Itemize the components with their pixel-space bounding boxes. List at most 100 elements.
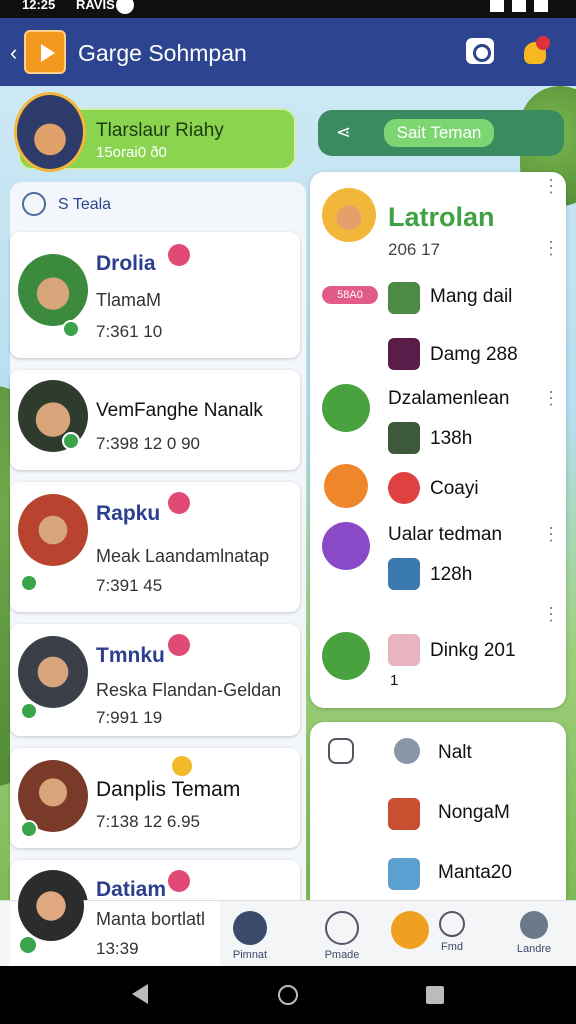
chat-card[interactable]: VemFanghe Nanalk 7:398 12 0 90: [10, 370, 300, 470]
nav-label: Landre: [516, 943, 552, 955]
more-options-icon[interactable]: [542, 388, 560, 409]
contact-name[interactable]: Manta20: [438, 862, 512, 884]
notification-dot: [536, 36, 550, 50]
member-name[interactable]: Damg 288: [430, 344, 518, 366]
chat-message: Manta bortlatl: [96, 909, 206, 929]
member-name[interactable]: Dinkg 201: [430, 640, 516, 662]
member-name[interactable]: Dzalamenlean: [388, 388, 509, 410]
chat-card[interactable]: Drolia TlamaM 7:361 10: [10, 232, 300, 358]
app-title: Garge Sohmpan: [78, 40, 247, 66]
hex-icon[interactable]: [328, 738, 354, 764]
chat-card[interactable]: Danplis Temam 7:138 12 6.95: [10, 748, 300, 848]
app-logo: [24, 30, 66, 74]
chat-message: Reska Flandan-Geldan: [96, 680, 282, 700]
chat-time: 7:138 12 6.95: [96, 812, 200, 831]
nav-label: Fmd: [441, 941, 463, 953]
chat-time: 13:39: [96, 939, 139, 958]
chat-message: Meak Laandamlnatap: [96, 546, 270, 566]
settings-status-icon: [116, 0, 134, 14]
status-badge: [172, 756, 192, 776]
avatar: [18, 871, 84, 941]
member-name[interactable]: Coayi: [430, 478, 479, 500]
gear-icon[interactable]: [394, 738, 420, 764]
avatar: [18, 636, 88, 708]
nav-label: Pimnat: [232, 949, 268, 961]
nav-label: Pmade: [324, 949, 360, 961]
share-icon[interactable]: ⋖: [336, 122, 351, 143]
chat-name: Tmnku: [96, 644, 165, 667]
chat-name: Rapku: [96, 502, 161, 525]
chat-card[interactable]: Manta bortlatl 13:39: [10, 871, 220, 967]
profile-name: Tlarslaur Riahy: [96, 120, 224, 141]
profile-icon: [520, 911, 548, 939]
home-icon[interactable]: [278, 985, 298, 1005]
verified-icon: [18, 935, 38, 955]
invite-bar: ⋖ Sait Teman: [318, 110, 564, 156]
chat-message: TlamaM: [96, 290, 162, 310]
nav-item-fmd[interactable]: Fmd: [420, 911, 484, 953]
more-options-icon[interactable]: [542, 238, 560, 259]
verified-icon: [20, 574, 38, 592]
invite-button[interactable]: Sait Teman: [384, 119, 494, 147]
nav-item-landre[interactable]: Landre: [502, 911, 566, 955]
status-time: 12:25: [22, 0, 56, 12]
app-bar: ‹ Garge Sohmpan: [0, 18, 576, 86]
search-label: S Teala: [58, 196, 112, 213]
wifi-icon: [490, 0, 504, 12]
member-time: 128h: [430, 564, 473, 585]
chat-list-panel: S Teala Drolia TlamaM 7:361 10 VemFanghe…: [10, 182, 306, 900]
unread-badge: [168, 244, 190, 266]
chat-card[interactable]: Rapku Meak Laandamlnatap 7:391 45: [10, 482, 300, 612]
member-time: 138h: [430, 428, 473, 449]
recent-apps-icon[interactable]: [426, 986, 444, 1004]
member-avatar: [388, 858, 420, 890]
back-icon[interactable]: [132, 984, 148, 1004]
more-options-icon[interactable]: [542, 176, 560, 197]
status-icons: [490, 0, 548, 12]
avatar: [18, 494, 88, 566]
search-icon[interactable]: [22, 192, 46, 216]
profile-subtitle: 15orai0 ð0: [96, 144, 167, 161]
chat-name: VemFanghe Nanalk: [96, 400, 263, 421]
chat-bubble-icon: [322, 632, 370, 680]
signal-label: RAVIS: [76, 0, 115, 12]
group-panel: Latrolan 206 17 58A0 Mang dail Damg 288 …: [310, 172, 566, 708]
member-avatar: [388, 422, 420, 454]
member-name[interactable]: Ualar tedman: [388, 524, 502, 546]
avatar: [18, 254, 88, 326]
more-options-icon[interactable]: [542, 524, 560, 545]
camera-icon[interactable]: [466, 38, 494, 64]
contact-name[interactable]: Nalt: [438, 742, 472, 764]
verified-icon: [62, 432, 80, 450]
unread-badge: [168, 634, 190, 656]
music-icon: [388, 338, 420, 370]
chat-card[interactable]: Tmnku Reska Flandan-Geldan 7:991 19: [10, 624, 300, 736]
verified-icon: [62, 320, 80, 338]
verified-icon: [20, 820, 38, 838]
back-arrow-icon[interactable]: ‹: [10, 40, 17, 66]
nav-item-pmade[interactable]: Pmade: [310, 911, 374, 961]
more-options-icon[interactable]: [542, 604, 560, 625]
member-avatar: [388, 634, 420, 666]
chat-bubble-icon: [322, 384, 370, 432]
notification-icon[interactable]: [522, 36, 552, 66]
system-nav-bar: [0, 966, 576, 1024]
chat-time: 7:391 45: [96, 576, 163, 595]
circles-icon: [439, 911, 465, 937]
contacts-panel: Nalt NongaM Manta20: [310, 722, 566, 900]
group-subtitle: 206 17: [388, 240, 440, 259]
verified-icon: [20, 702, 38, 720]
profile-avatar[interactable]: [14, 92, 86, 172]
chat-name: Drolia: [96, 252, 156, 275]
member-avatar: [388, 558, 420, 590]
member-avatar: [388, 798, 420, 830]
nav-item-pimnat[interactable]: Pimnat: [218, 911, 282, 961]
member-avatar: [388, 282, 420, 314]
member-name[interactable]: Mang dail: [430, 286, 512, 308]
reaction-count: 1: [390, 672, 399, 689]
contact-name[interactable]: NongaM: [438, 802, 510, 824]
group-tag: 58A0: [322, 286, 378, 304]
chat-icon: [233, 911, 267, 945]
unread-badge: [168, 870, 190, 892]
member-avatar: [322, 522, 370, 570]
